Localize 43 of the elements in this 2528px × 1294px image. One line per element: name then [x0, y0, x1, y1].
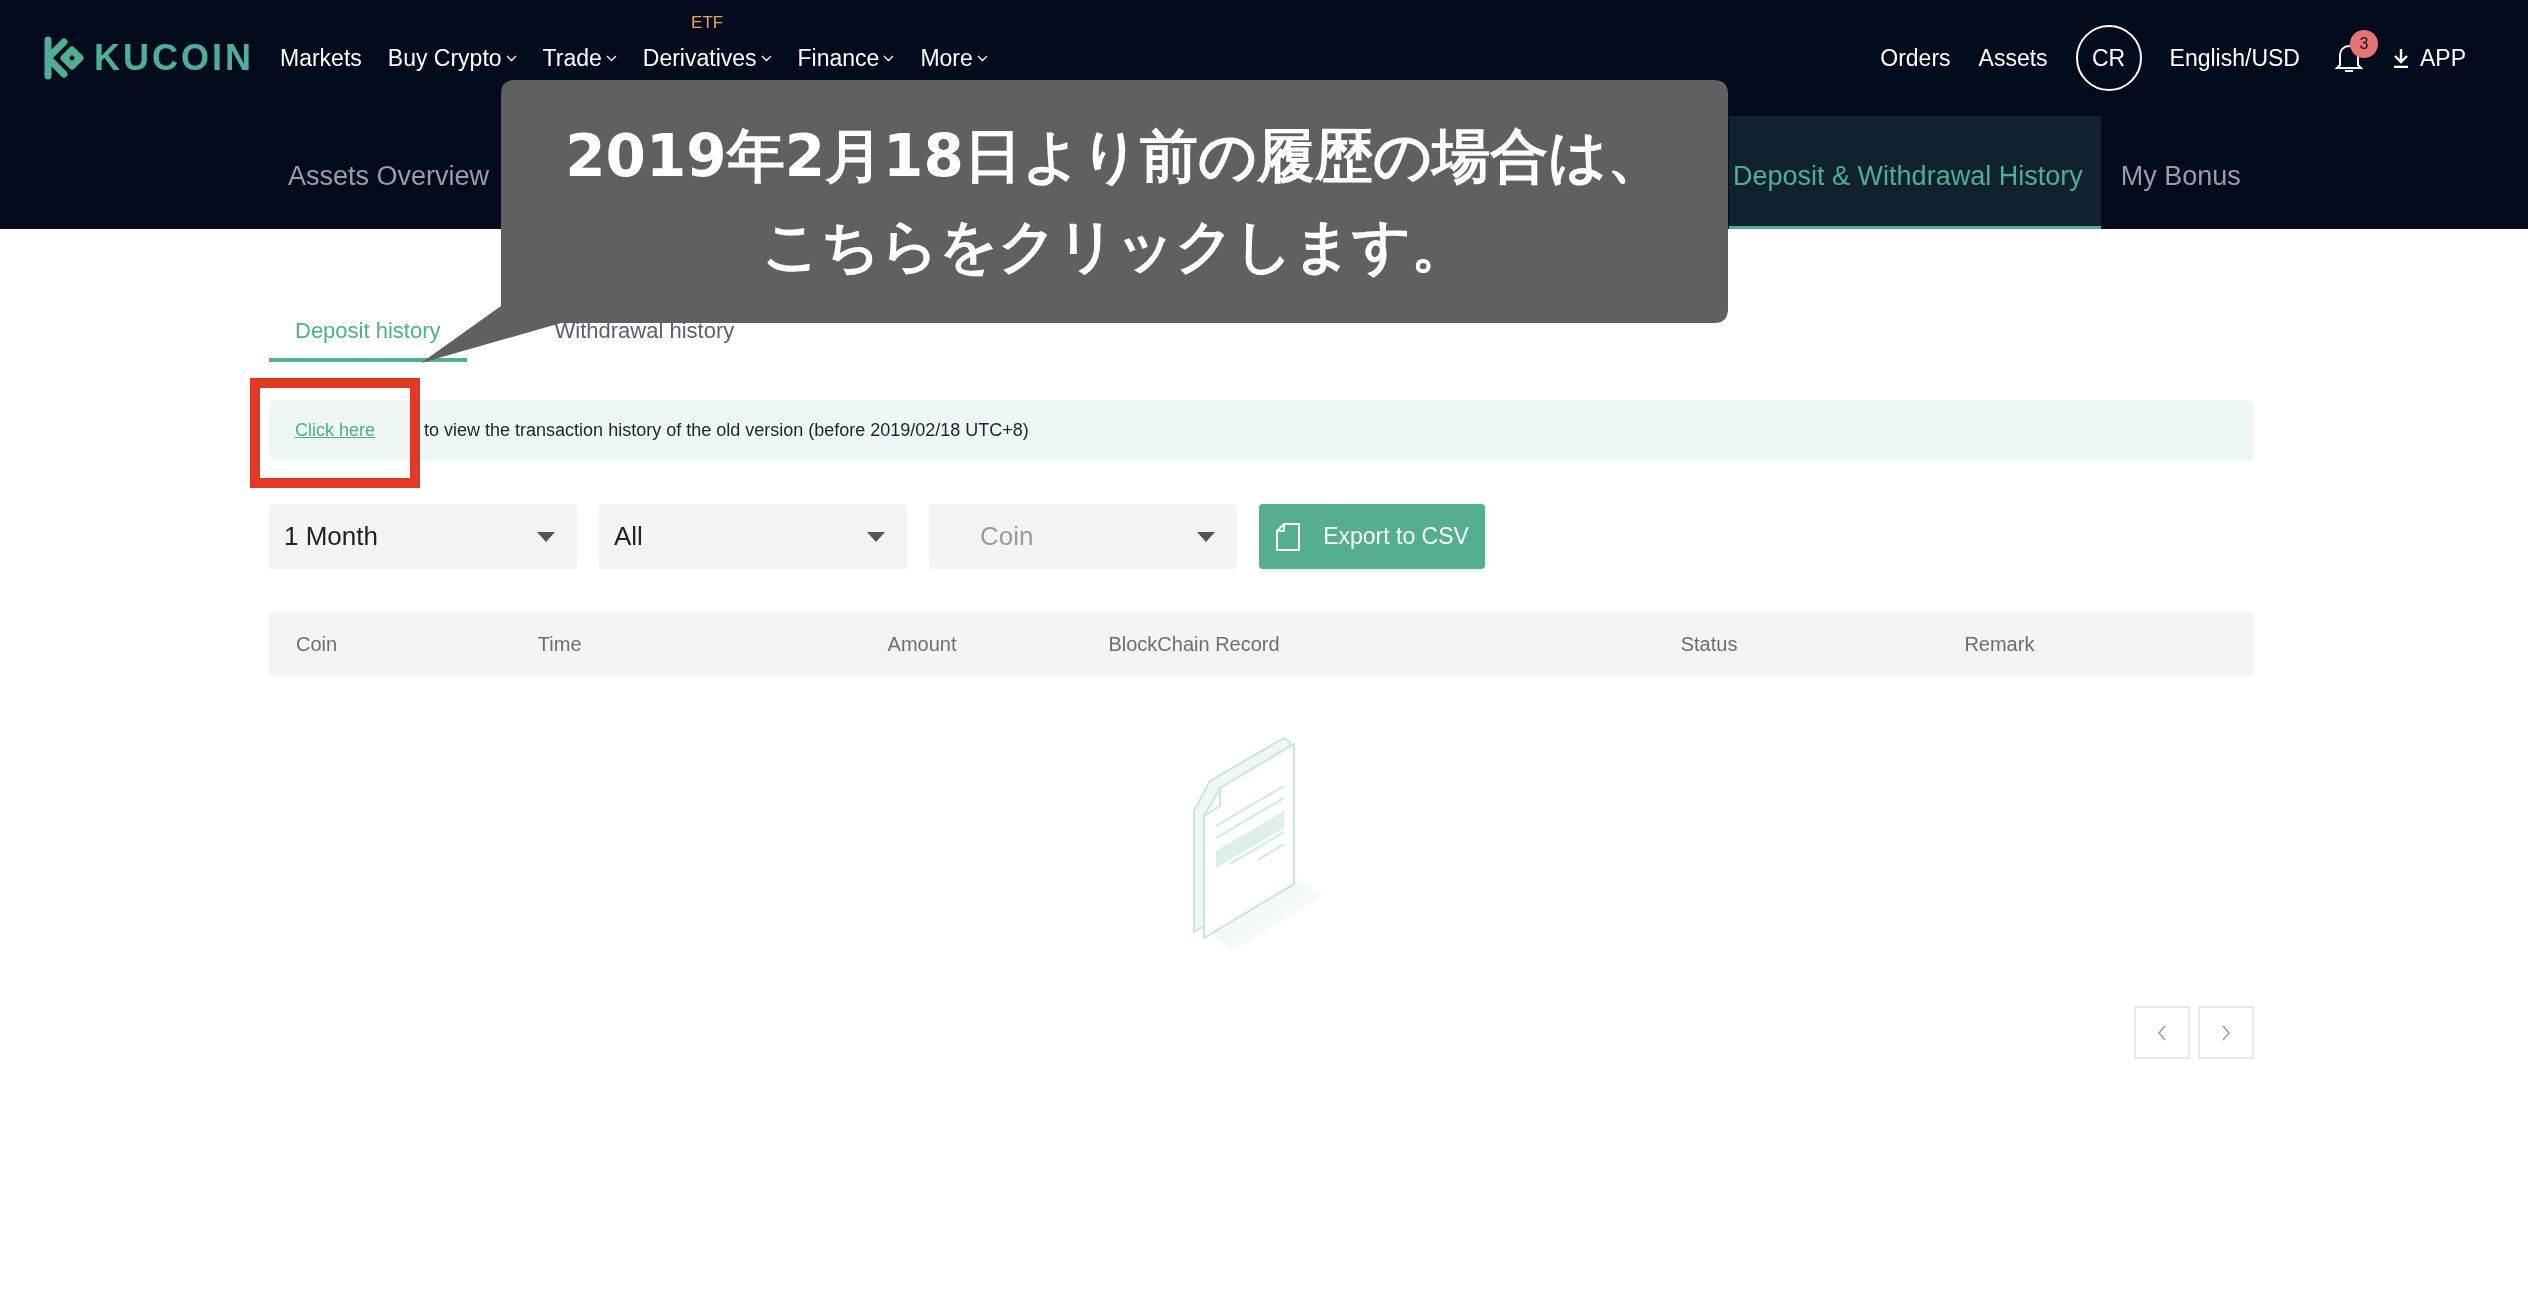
caret-icon	[537, 531, 555, 542]
callout-text: こちらをクリックします。	[761, 210, 1469, 282]
next-page-button[interactable]	[2198, 1006, 2254, 1059]
column-header: Amount	[887, 632, 957, 655]
nav-item[interactable]: Derivatives	[642, 44, 772, 72]
filter-dropdown[interactable]: All	[599, 504, 907, 569]
column-header: Remark	[1964, 632, 2035, 655]
subnav-tab[interactable]: My Bonus	[2100, 116, 2243, 229]
document-icon	[1275, 521, 1302, 552]
avatar-button[interactable]: CR	[2075, 25, 2142, 91]
subnav-tab[interactable]: Assets Overview	[286, 116, 492, 229]
subnav-tab[interactable]: Deposit & Withdrawal History	[1729, 116, 2101, 229]
notification-badge: 3	[2349, 30, 2378, 58]
nav-item[interactable]: Finance	[797, 44, 895, 72]
caret-icon	[1197, 531, 1215, 542]
chevron-down-icon	[883, 54, 895, 62]
filter-dropdown[interactable]: 1 Month	[269, 504, 577, 569]
chevron-left-icon	[2157, 1024, 2167, 1041]
app-download-link[interactable]: APP	[2391, 44, 2466, 72]
nav-item[interactable]: Buy Crypto	[387, 44, 517, 72]
chevron-down-icon	[976, 54, 988, 62]
logo-text[interactable]: KUCOIN	[94, 37, 254, 79]
chevron-down-icon	[505, 54, 517, 62]
orders-link[interactable]: Orders	[1880, 44, 1951, 72]
logo-icon	[42, 36, 86, 80]
assets-link[interactable]: Assets	[1978, 44, 2048, 72]
nav-item[interactable]: Markets	[280, 44, 362, 72]
column-header: Coin	[296, 632, 338, 655]
nav-item[interactable]: Trade	[542, 44, 617, 72]
notice-text: Click here to view the transaction history of the old version (before 2019/02/18 UTC+8)	[295, 420, 1029, 441]
caret-icon	[867, 531, 885, 542]
download-icon	[2391, 48, 2410, 68]
callout-text: 2019年2月18日より前の履歴の場合は、	[565, 120, 1665, 192]
nav-item[interactable]: More	[920, 44, 988, 72]
chevron-down-icon	[760, 54, 772, 62]
etf-label: ETF	[691, 12, 724, 33]
language-selector[interactable]: English/USD	[2169, 44, 2300, 72]
previous-page-button[interactable]	[2134, 1006, 2190, 1059]
chevron-down-icon	[605, 54, 617, 62]
column-header: Time	[537, 632, 582, 655]
column-header: Status	[1680, 632, 1738, 655]
chevron-right-icon	[2221, 1024, 2231, 1041]
column-header: BlockChain Record	[1108, 632, 1280, 655]
